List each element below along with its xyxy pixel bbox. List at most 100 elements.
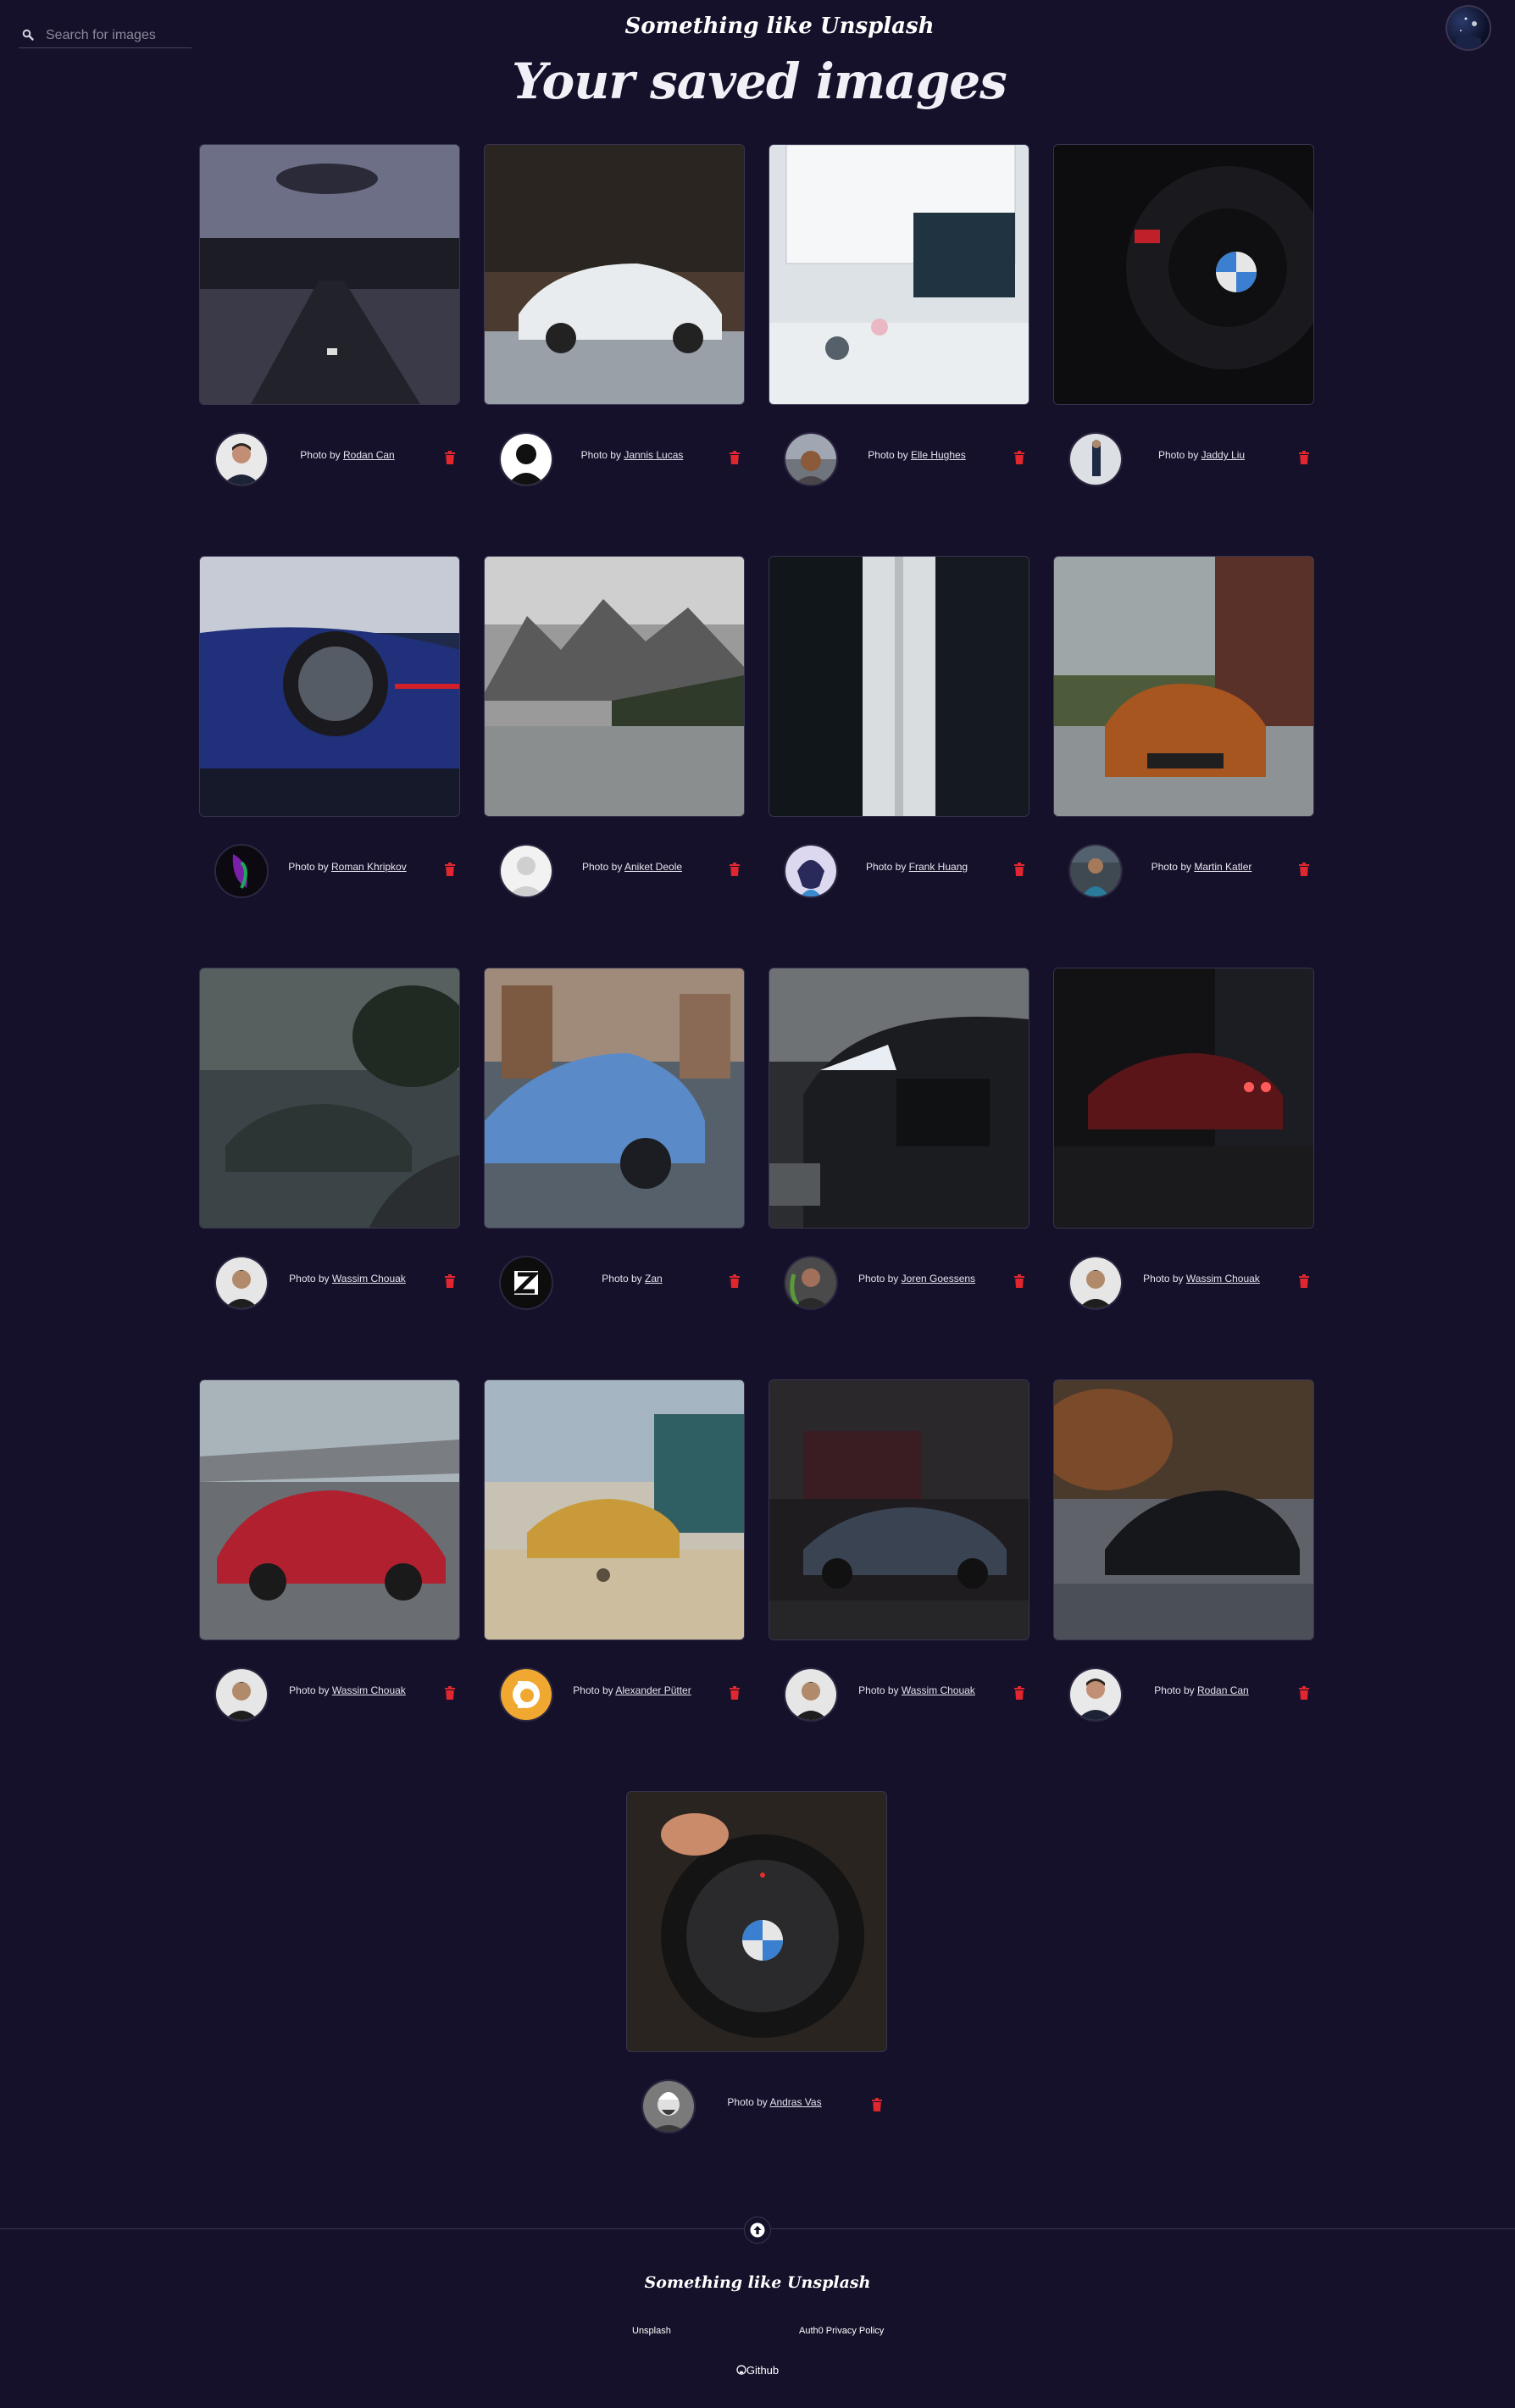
delete-image-button[interactable] xyxy=(1299,1274,1309,1288)
credit-label: Photo by xyxy=(1157,449,1199,461)
scroll-to-top-button[interactable] xyxy=(744,2217,771,2244)
author-link[interactable]: Wassim Chouak xyxy=(902,1684,975,1696)
github-label: Github xyxy=(746,2364,780,2377)
author-avatar[interactable] xyxy=(641,2079,696,2133)
author-avatar[interactable] xyxy=(214,1256,269,1310)
github-icon xyxy=(736,2365,746,2375)
author-link[interactable]: Joren Goessens xyxy=(902,1273,975,1284)
trash-icon xyxy=(1014,1686,1024,1703)
delete-image-button[interactable] xyxy=(445,1686,455,1700)
saved-image[interactable] xyxy=(769,1379,1029,1640)
author-link[interactable]: Jannis Lucas xyxy=(624,449,683,461)
footer: Something like Unsplash Unsplash Auth0 P… xyxy=(0,2217,1515,2408)
photo-credit: Photo by Jaddy Liu xyxy=(1123,449,1280,461)
saved-image[interactable] xyxy=(769,556,1029,817)
trash-icon xyxy=(1299,451,1309,468)
footer-brand[interactable]: Something like Unsplash xyxy=(0,2273,1515,2292)
saved-image[interactable] xyxy=(484,1379,745,1640)
author-avatar[interactable] xyxy=(499,1256,553,1310)
trash-icon xyxy=(445,1274,455,1291)
author-link[interactable]: Wassim Chouak xyxy=(1186,1273,1260,1284)
author-avatar[interactable] xyxy=(784,432,838,486)
photo-credit: Photo by Jannis Lucas xyxy=(553,449,711,461)
author-avatar[interactable] xyxy=(784,844,838,898)
saved-image[interactable] xyxy=(484,144,745,405)
author-avatar[interactable] xyxy=(1068,844,1123,898)
saved-image-card: Photo by Wassim Chouak xyxy=(1053,968,1314,1349)
photo-credit: Photo by Martin Katler xyxy=(1123,861,1280,873)
author-link[interactable]: Jaddy Liu xyxy=(1201,449,1245,461)
github-link[interactable]: Github xyxy=(0,2364,1515,2377)
author-link[interactable]: Wassim Chouak xyxy=(332,1684,406,1696)
author-avatar[interactable] xyxy=(214,432,269,486)
saved-image[interactable] xyxy=(769,968,1029,1229)
author-link[interactable]: Rodan Can xyxy=(1197,1684,1249,1696)
delete-image-button[interactable] xyxy=(1299,451,1309,464)
delete-image-button[interactable] xyxy=(1014,1274,1024,1288)
delete-image-button[interactable] xyxy=(445,863,455,876)
saved-image[interactable] xyxy=(1053,968,1314,1229)
saved-image[interactable] xyxy=(1053,1379,1314,1640)
photo-credit: Photo by Zan xyxy=(553,1273,711,1284)
credit-label: Photo by xyxy=(865,861,907,873)
author-avatar[interactable] xyxy=(784,1667,838,1722)
user-avatar[interactable] xyxy=(1446,5,1491,51)
author-avatar[interactable] xyxy=(1068,1256,1123,1310)
author-avatar[interactable] xyxy=(1068,1667,1123,1722)
author-link[interactable]: Martin Katler xyxy=(1194,861,1251,873)
footer-link-unsplash[interactable]: Unsplash xyxy=(632,2326,671,2336)
author-link[interactable]: Andras Vas xyxy=(769,2096,821,2108)
delete-image-button[interactable] xyxy=(1299,1686,1309,1700)
delete-image-button[interactable] xyxy=(445,451,455,464)
saved-image[interactable] xyxy=(1053,144,1314,405)
delete-image-button[interactable] xyxy=(872,2098,882,2111)
saved-image[interactable] xyxy=(626,1791,887,2052)
delete-image-button[interactable] xyxy=(730,863,740,876)
credit-label: Photo by xyxy=(581,861,623,873)
author-link[interactable]: Rodan Can xyxy=(343,449,395,461)
author-avatar[interactable] xyxy=(499,432,553,486)
brand-logo[interactable]: Something like Unsplash xyxy=(0,14,1515,39)
saved-image[interactable] xyxy=(484,556,745,817)
image-meta: Photo by Wassim Chouak xyxy=(769,1667,1029,1723)
saved-image[interactable] xyxy=(199,1379,460,1640)
credit-label: Photo by xyxy=(573,1684,613,1696)
author-link[interactable]: Elle Hughes xyxy=(911,449,966,461)
delete-image-button[interactable] xyxy=(1299,863,1309,876)
author-link[interactable]: Roman Khripkov xyxy=(331,861,407,873)
delete-image-button[interactable] xyxy=(730,451,740,464)
saved-image[interactable] xyxy=(484,968,745,1229)
saved-image[interactable] xyxy=(199,968,460,1229)
author-avatar[interactable] xyxy=(499,844,553,898)
saved-image[interactable] xyxy=(769,144,1029,405)
author-avatar[interactable] xyxy=(214,1667,269,1722)
trash-icon xyxy=(730,1274,740,1291)
photo-credit: Photo by Wassim Chouak xyxy=(838,1684,996,1696)
author-avatar[interactable] xyxy=(214,844,269,898)
credit-label: Photo by xyxy=(288,861,329,873)
photo-credit: Photo by Wassim Chouak xyxy=(269,1273,426,1284)
author-avatar[interactable] xyxy=(1068,432,1123,486)
author-link[interactable]: Zan xyxy=(645,1273,663,1284)
delete-image-button[interactable] xyxy=(1014,863,1024,876)
trash-icon xyxy=(1299,1686,1309,1703)
saved-image[interactable] xyxy=(199,556,460,817)
saved-image-card: Photo by Elle Hughes xyxy=(769,144,1029,525)
author-avatar[interactable] xyxy=(784,1256,838,1310)
saved-image[interactable] xyxy=(199,144,460,405)
trash-icon xyxy=(1014,1274,1024,1291)
delete-image-button[interactable] xyxy=(730,1274,740,1288)
saved-image[interactable] xyxy=(1053,556,1314,817)
author-link[interactable]: Aniket Deole xyxy=(624,861,682,873)
author-avatar[interactable] xyxy=(499,1667,553,1722)
author-link[interactable]: Alexander Pütter xyxy=(615,1684,691,1696)
author-link[interactable]: Frank Huang xyxy=(909,861,968,873)
delete-image-button[interactable] xyxy=(1014,451,1024,464)
author-link[interactable]: Wassim Chouak xyxy=(332,1273,406,1284)
delete-image-button[interactable] xyxy=(1014,1686,1024,1700)
footer-link-privacy-policy[interactable]: Auth0 Privacy Policy xyxy=(799,2326,884,2336)
image-meta: Photo by Rodan Can xyxy=(1053,1667,1314,1723)
delete-image-button[interactable] xyxy=(445,1274,455,1288)
delete-image-button[interactable] xyxy=(730,1686,740,1700)
image-meta: Photo by Rodan Can xyxy=(199,432,460,488)
